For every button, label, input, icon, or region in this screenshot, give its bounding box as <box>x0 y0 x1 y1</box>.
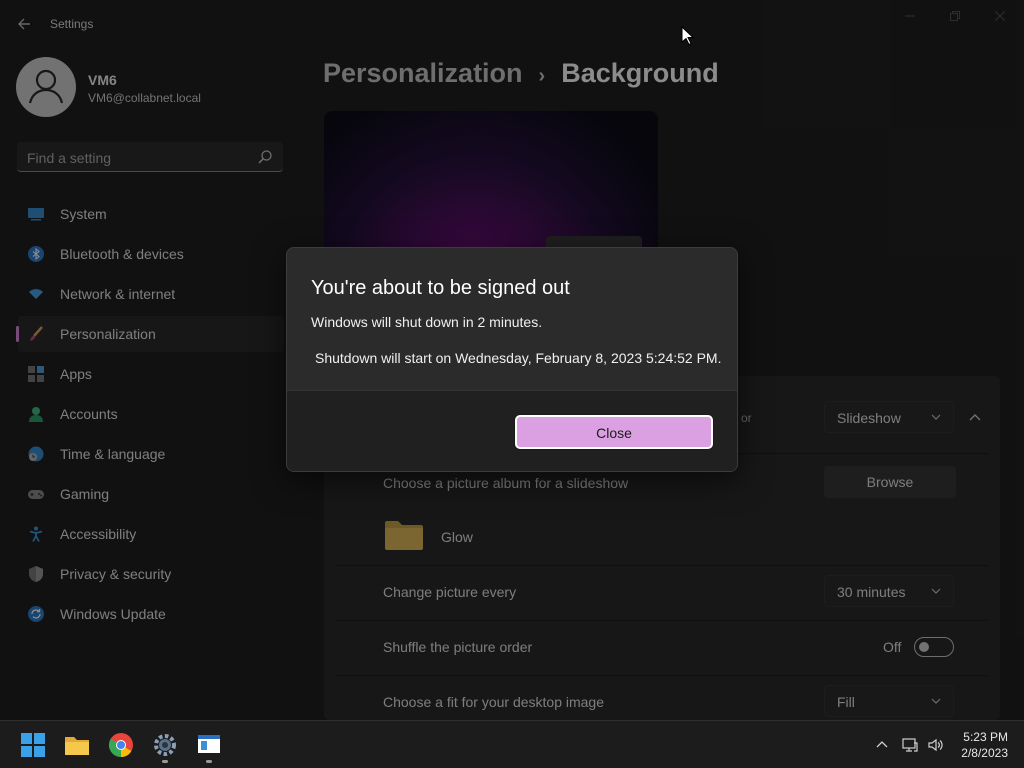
mouse-cursor-icon <box>681 26 695 46</box>
close-button[interactable]: Close <box>515 415 713 449</box>
file-explorer-icon[interactable] <box>64 732 90 758</box>
dialog-detail: Shutdown will start on Wednesday, Februa… <box>315 350 722 366</box>
windows-start-icon[interactable] <box>20 732 46 758</box>
chevron-up-icon[interactable] <box>874 737 890 753</box>
dialog-footer: Close <box>287 390 737 471</box>
sign-out-dialog: You're about to be signed out Windows wi… <box>286 247 738 472</box>
volume-icon[interactable] <box>928 737 944 753</box>
taskbar: 5:23 PM 2/8/2023 <box>0 720 1024 768</box>
window-app-icon[interactable] <box>196 732 222 758</box>
clock-date[interactable]: 2/8/2023 <box>961 746 1008 760</box>
close-button-label: Close <box>596 425 632 441</box>
settings-gear-icon[interactable] <box>152 732 178 758</box>
dialog-message: Windows will shut down in 2 minutes. <box>311 314 543 330</box>
running-indicator <box>162 760 168 763</box>
dialog-title: You're about to be signed out <box>311 277 570 299</box>
network-icon[interactable] <box>902 737 918 753</box>
chrome-icon[interactable] <box>108 732 134 758</box>
clock-time[interactable]: 5:23 PM <box>963 730 1008 744</box>
running-indicator <box>206 760 212 763</box>
